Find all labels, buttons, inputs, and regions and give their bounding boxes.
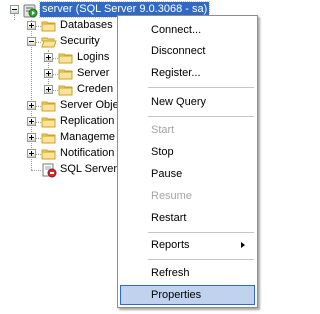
menu-item-reports-label: Reports (151, 239, 190, 251)
menu-item-reports[interactable]: Reports (120, 235, 255, 255)
tree-node-databases[interactable]: Databases (58, 18, 115, 33)
menu-item-start: Start (151, 124, 175, 136)
tree-node-logins[interactable]: Logins (75, 50, 111, 65)
menu-item-properties[interactable]: Properties (120, 285, 255, 305)
menu-separator (148, 232, 254, 233)
tree-node-notification[interactable]: Notification (58, 146, 116, 161)
folder-icon (41, 130, 57, 146)
folder-icon (41, 114, 57, 130)
expand-management-button[interactable] (27, 133, 36, 142)
expand-logins-button[interactable] (44, 53, 53, 62)
expand-notification-button[interactable] (27, 149, 36, 158)
menu-item-new-query[interactable]: New Query (120, 92, 255, 112)
menu-item-register[interactable]: Register... (120, 63, 255, 83)
expand-server-objects-button[interactable] (27, 101, 36, 110)
tree-node-credentials[interactable]: Creden (75, 82, 115, 97)
menu-item-connect[interactable]: Connect... (120, 20, 255, 40)
menu-separator (148, 259, 254, 260)
folder-icon (41, 146, 57, 162)
tree-node-server-objects[interactable]: Server Obje (58, 98, 121, 113)
submenu-arrow-icon (241, 242, 245, 248)
tree-line (31, 170, 41, 171)
object-explorer: server (SQL Server 9.0.3068 - sa) Databa… (0, 0, 262, 314)
folder-icon (41, 98, 57, 114)
folder-icon (58, 50, 74, 66)
tree-node-management[interactable]: Manageme (58, 130, 117, 145)
menu-item-resume: Resume (151, 190, 192, 202)
menu-item-restart[interactable]: Restart (120, 208, 255, 228)
sql-agent-stopped-icon (41, 162, 57, 178)
folder-icon (58, 66, 74, 82)
folder-open-icon (41, 34, 57, 50)
expand-credentials-button[interactable] (44, 85, 53, 94)
menu-item-pause[interactable]: Pause (120, 164, 255, 184)
tree-node-replication[interactable]: Replication (58, 114, 116, 129)
tree-node-sql-server-agent[interactable]: SQL Server (58, 162, 119, 177)
folder-icon (41, 18, 57, 34)
collapse-security-button[interactable] (27, 37, 36, 46)
collapse-server-button[interactable] (10, 5, 19, 14)
menu-item-disconnect[interactable]: Disconnect (120, 41, 255, 61)
expand-server-roles-button[interactable] (44, 69, 53, 78)
menu-separator (148, 87, 254, 88)
tree-node-security[interactable]: Security (58, 34, 102, 49)
tree-line (14, 14, 15, 20)
expand-databases-button[interactable] (27, 21, 36, 30)
expand-replication-button[interactable] (27, 117, 36, 126)
menu-item-refresh[interactable]: Refresh (120, 263, 255, 283)
tree-node-server-roles[interactable]: Server (75, 66, 111, 81)
menu-separator (148, 116, 254, 117)
folder-icon (58, 82, 74, 98)
sql-server-running-icon (22, 2, 38, 18)
menu-item-stop[interactable]: Stop (120, 142, 255, 162)
context-menu: Connect... Disconnect Register... New Qu… (117, 15, 258, 308)
